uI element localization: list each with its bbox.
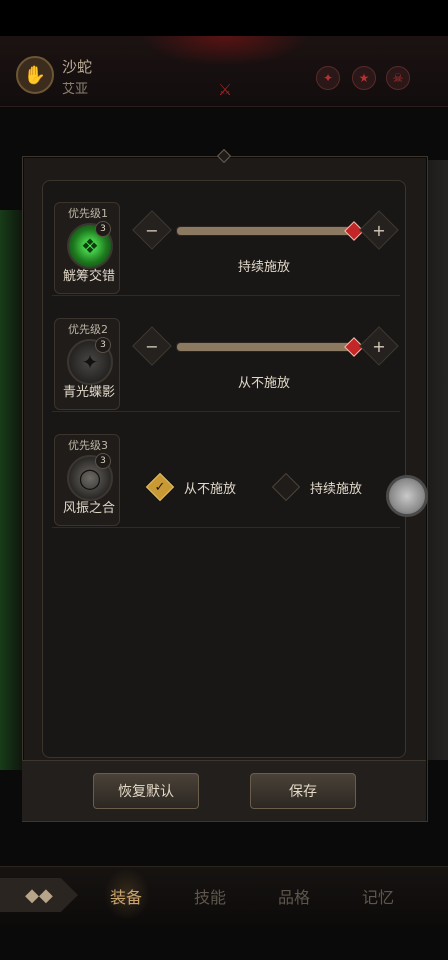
plus-icon: +: [372, 336, 386, 356]
skill-row-3: 优先级3 ◯ 3 风振之合 ✓ 从不施放 持续施放: [52, 432, 400, 528]
frequency-slider[interactable]: [176, 337, 364, 357]
increase-button[interactable]: +: [359, 210, 399, 250]
skill-level-badge: 3: [95, 453, 111, 469]
game-header: ✋ 沙蛇 艾亚 ⚔ ✦ ★ ☠: [0, 36, 448, 107]
tab-skills[interactable]: 技能: [194, 884, 226, 908]
priority-label: 优先级2: [68, 323, 108, 336]
option-label: 持续施放: [310, 481, 363, 497]
save-button[interactable]: 保存: [250, 773, 356, 809]
skill-level-badge: 3: [95, 337, 111, 353]
slider-fill: [177, 343, 353, 351]
tab-character[interactable]: 品格: [278, 884, 310, 908]
option-label: 从不施放: [184, 481, 237, 497]
header-glow: [140, 36, 310, 66]
decrease-button[interactable]: −: [132, 210, 172, 250]
priority-label: 优先级3: [68, 439, 108, 452]
skill-tile[interactable]: 优先级2 ✦ 3 青光蝶影: [54, 318, 120, 410]
dialog-footer: [22, 760, 426, 821]
increase-button[interactable]: +: [359, 326, 399, 366]
option-always-cast[interactable]: 持续施放: [271, 472, 363, 502]
skill-name: 风振之合: [62, 501, 115, 516]
decrease-button[interactable]: −: [132, 326, 172, 366]
assistive-touch-button[interactable]: [386, 475, 428, 517]
skull-buff-icon[interactable]: ☠: [386, 66, 410, 90]
cast-mode-label: 从不施放: [237, 376, 290, 391]
reset-default-button[interactable]: 恢复默认: [93, 773, 199, 809]
skill-tile[interactable]: 优先级1 ❖ 3 觥筹交错: [54, 202, 120, 294]
option-never-cast[interactable]: ✓ 从不施放: [145, 472, 237, 502]
tab-equipment[interactable]: 装备: [110, 884, 142, 908]
plus-icon: +: [372, 220, 386, 240]
priority-label: 优先级1: [68, 207, 108, 220]
cast-mode-label: 持续施放: [237, 260, 290, 275]
buff-icon[interactable]: ✦: [316, 66, 340, 90]
checkbox-checked-icon[interactable]: ✓: [145, 472, 175, 502]
checkbox-unchecked-icon[interactable]: [271, 472, 301, 502]
tab-memory[interactable]: 记忆: [362, 884, 394, 908]
skill-row-2: 优先级2 ✦ 3 青光蝶影 − + 从不施放: [52, 316, 400, 412]
star-buff-icon[interactable]: ★: [352, 66, 376, 90]
skill-tile[interactable]: 优先级3 ◯ 3 风振之合: [54, 434, 120, 526]
skill-level-badge: 3: [95, 221, 111, 237]
row-divider: [52, 527, 400, 528]
skill-name: 青光蝶影: [62, 385, 115, 400]
slider-fill: [177, 227, 353, 235]
sword-ornament-icon: ⚔: [217, 80, 233, 99]
status-bar: [0, 0, 448, 36]
character-subtitle: 艾亚: [62, 82, 89, 97]
row-divider: [52, 295, 400, 296]
hand-emblem-icon[interactable]: ✋: [16, 56, 54, 94]
minus-icon: −: [145, 336, 159, 356]
character-name: 沙蛇: [62, 58, 93, 76]
frequency-slider[interactable]: [176, 221, 364, 241]
skill-name: 觥筹交错: [62, 269, 115, 284]
skill-row-1: 优先级1 ❖ 3 觥筹交错 − + 持续施放: [52, 200, 400, 296]
row-divider: [52, 411, 400, 412]
minus-icon: −: [145, 220, 159, 240]
